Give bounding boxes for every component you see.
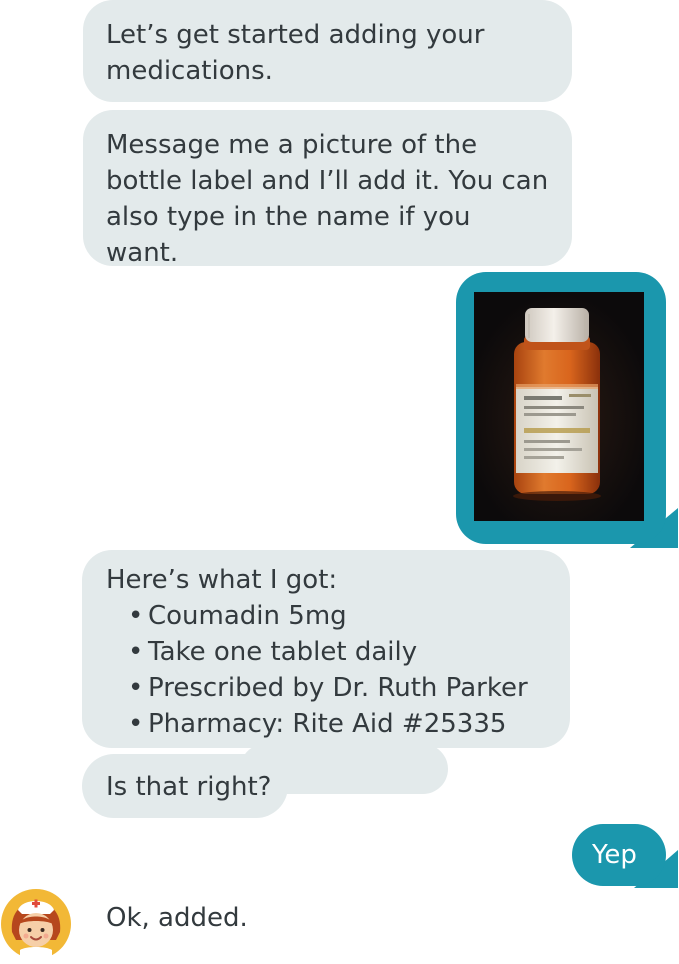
- result-item-dosage: Take one tablet daily: [128, 634, 548, 670]
- pill-bottle-photo[interactable]: [474, 292, 644, 521]
- bot-message-intro: Let’s get started adding your medication…: [83, 0, 572, 102]
- bot-message-instructions: Message me a picture of the bottle label…: [83, 110, 572, 268]
- result-item-prescriber: Prescribed by Dr. Ruth Parker: [128, 670, 548, 706]
- result-item-medication: Coumadin 5mg: [128, 598, 548, 634]
- bot-message-result: Here’s what I got: Coumadin 5mg Take one…: [82, 550, 570, 748]
- bot-message-instructions-text: Message me a picture of the bottle label…: [106, 130, 549, 268]
- result-item-pharmacy: Pharmacy: Rite Aid #25335: [128, 706, 548, 742]
- bot-message-final: Ok, added.: [106, 903, 248, 933]
- result-header: Here’s what I got:: [106, 565, 338, 595]
- user-message-reply-text: Yep: [592, 840, 637, 870]
- bot-message-confirm: Is that right?: [82, 754, 288, 818]
- pill-bottle-image: [474, 292, 644, 521]
- bot-message-confirm-text: Is that right?: [106, 772, 272, 802]
- bot-message-intro-text: Let’s get started adding your medication…: [106, 20, 485, 86]
- result-list: Coumadin 5mg Take one tablet daily Presc…: [106, 598, 548, 742]
- nurse-avatar-icon: [0, 888, 72, 960]
- user-message-reply: Yep: [572, 824, 666, 886]
